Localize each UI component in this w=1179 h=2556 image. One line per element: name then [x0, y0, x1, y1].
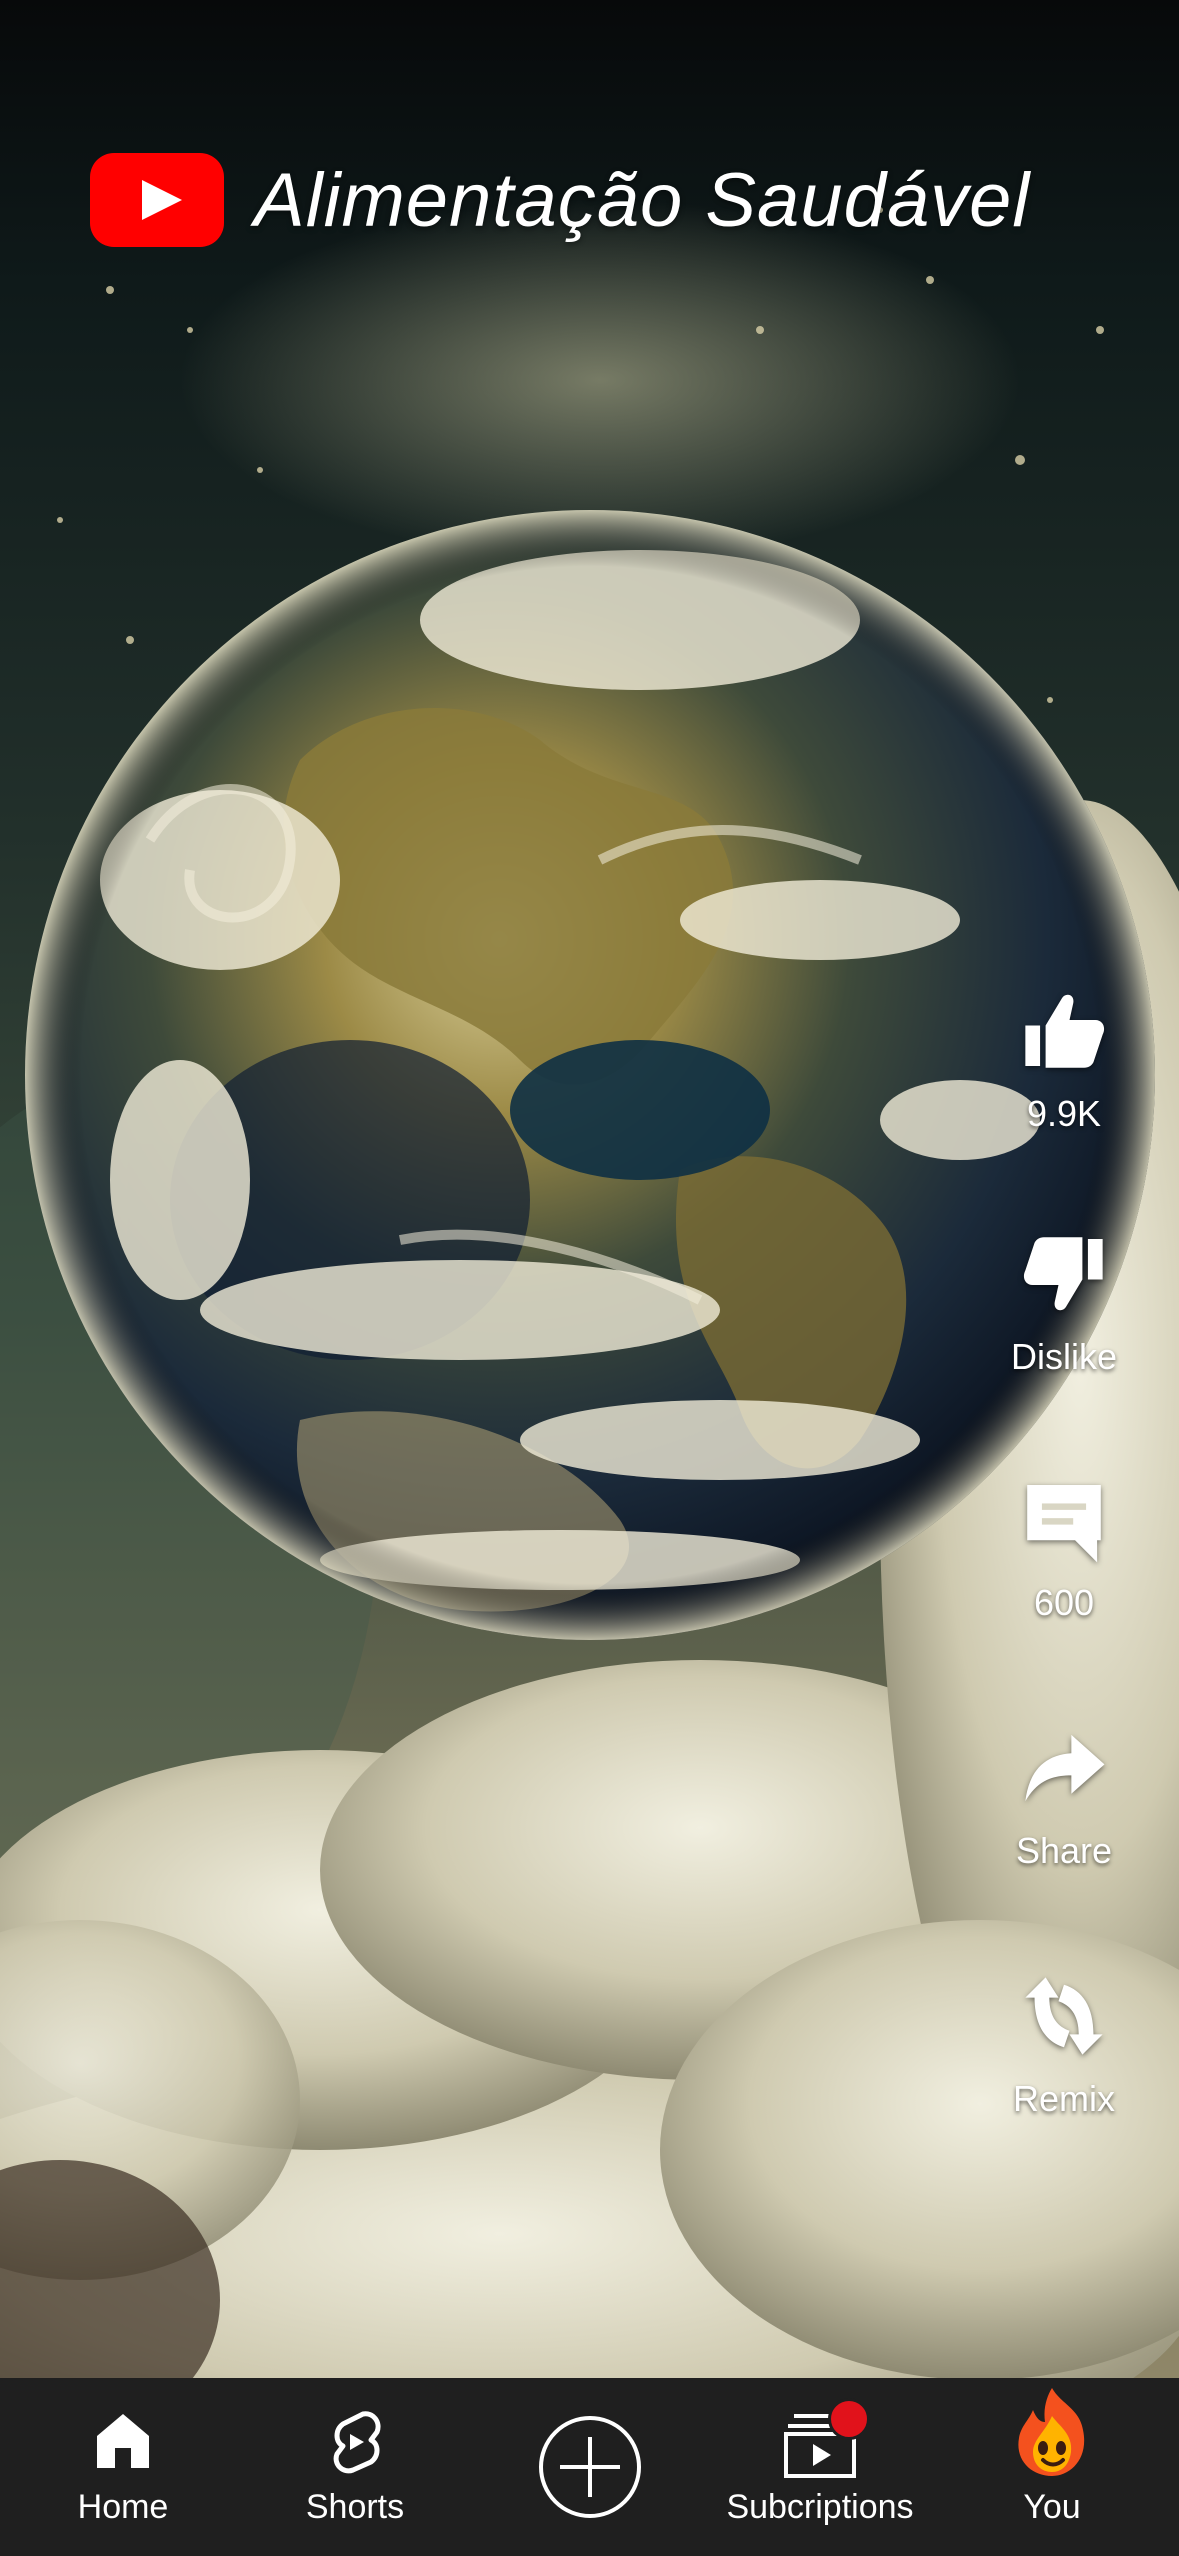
share-button[interactable]: Share	[984, 1722, 1144, 1872]
nav-shorts[interactable]: Shorts	[290, 2378, 420, 2556]
home-icon	[97, 2414, 149, 2468]
share-label: Share	[1015, 1830, 1113, 1871]
nav-home[interactable]: Home	[58, 2378, 188, 2556]
dislike-button[interactable]: Dislike	[984, 1228, 1144, 1378]
nav-you-label: You	[1023, 2488, 1081, 2526]
remix-icon	[1025, 1977, 1103, 2055]
dislike-label: Dislike	[1010, 1336, 1117, 1377]
nav-subscriptions-label: Subcriptions	[726, 2488, 914, 2526]
comments-button[interactable]: 600	[984, 1474, 1144, 1624]
like-button[interactable]: 9.9K	[984, 985, 1144, 1135]
shorts-icon	[333, 2411, 381, 2474]
nav-home-label: Home	[77, 2488, 169, 2526]
youtube-play-icon	[90, 153, 224, 247]
nav-you[interactable]: You	[992, 2378, 1112, 2556]
fire-avatar-icon	[1018, 2388, 1085, 2476]
comment-count: 600	[1033, 1582, 1095, 1623]
share-arrow-icon	[1025, 1734, 1105, 1802]
channel-name[interactable]: Alimentação Saudável	[254, 157, 1030, 244]
plus-circle-icon	[539, 2416, 641, 2518]
thumbs-up-icon	[1025, 994, 1105, 1068]
nav-shorts-label: Shorts	[305, 2488, 405, 2526]
notification-badge	[828, 2398, 870, 2440]
nav-subscriptions[interactable]: Subcriptions	[720, 2378, 920, 2556]
bottom-navigation: Home Shorts Subcriptions You	[0, 2378, 1179, 2556]
thumbs-down-icon	[1023, 1237, 1103, 1311]
comment-icon	[1027, 1485, 1101, 1563]
channel-header[interactable]: Alimentação Saudável	[90, 150, 1030, 250]
like-count: 9.9K	[1026, 1093, 1102, 1134]
create-button[interactable]	[535, 2378, 645, 2556]
remix-button[interactable]: Remix	[984, 1970, 1144, 2120]
remix-label: Remix	[1012, 2078, 1115, 2119]
